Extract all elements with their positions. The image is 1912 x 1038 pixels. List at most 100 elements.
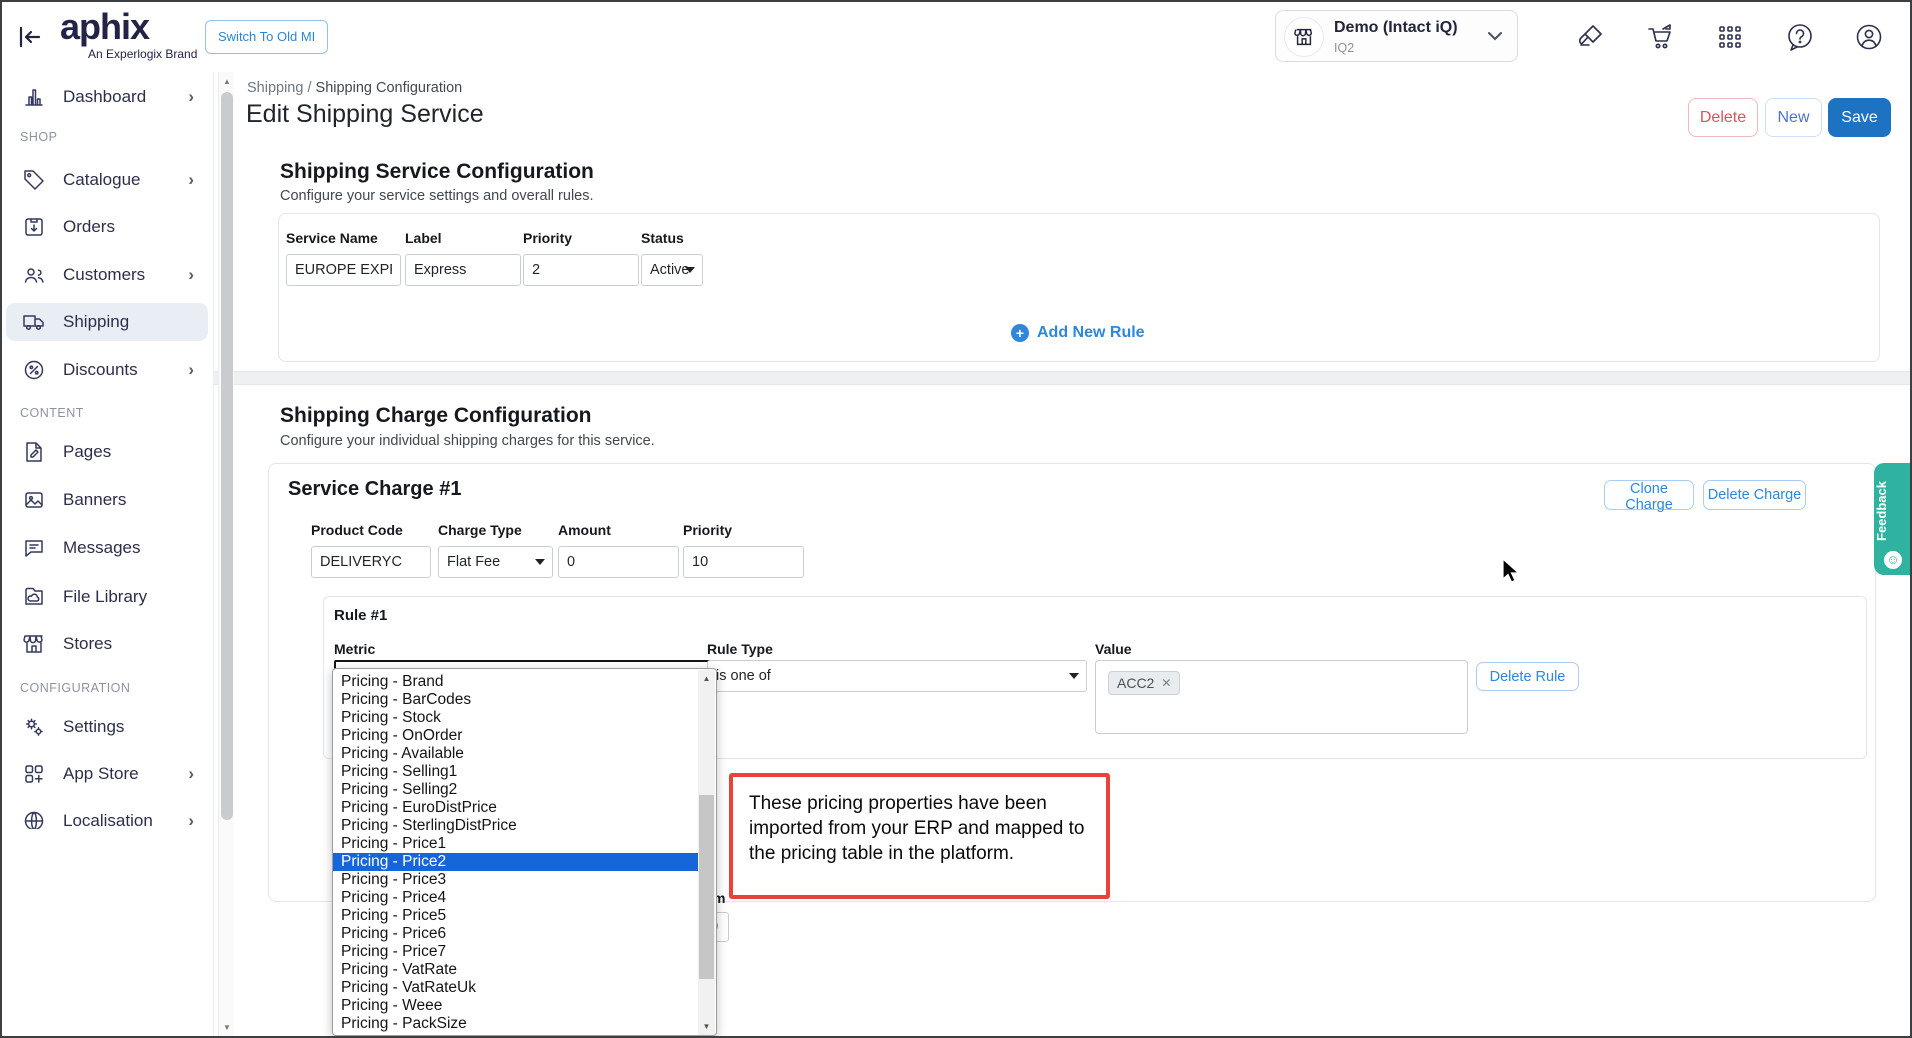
label-field: Label [405, 230, 521, 286]
new-button[interactable]: New [1765, 98, 1822, 137]
remove-tag-icon[interactable]: ✕ [1161, 676, 1171, 690]
sidebar-item-banners[interactable]: Banners [6, 481, 208, 519]
metric-dropdown-option[interactable]: Pricing - EuroDistPrice [333, 799, 699, 817]
metric-dropdown-option[interactable]: Pricing - Price4 [333, 889, 699, 907]
clone-charge-button[interactable]: Clone Charge [1604, 480, 1694, 510]
store-code: IQ2 [1334, 41, 1354, 55]
sidebar-item-orders[interactable]: Orders [6, 208, 208, 246]
stores-icon [22, 632, 46, 656]
metric-dropdown-option[interactable]: Pricing - Available [333, 745, 699, 763]
dropdown-scrollbar[interactable]: ▲ ▼ [698, 670, 715, 1035]
amount-input[interactable] [558, 546, 679, 578]
rule-type-label: Rule Type [707, 641, 773, 661]
metric-dropdown-option[interactable]: Pricing - Price3 [333, 871, 699, 889]
priority-label: Priority [523, 230, 639, 250]
chevron-down-icon [535, 559, 545, 565]
chevron-right-icon: › [188, 360, 194, 380]
metric-dropdown-option[interactable]: Pricing - Price7 [333, 943, 699, 961]
app-header: aphix An Experlogix Brand Switch To Old … [0, 0, 1912, 72]
breadcrumb-parent[interactable]: Shipping [247, 80, 303, 96]
metric-dropdown-option[interactable]: Pricing - SterlingDistPrice [333, 817, 699, 835]
switch-to-old-mi-button[interactable]: Switch To Old MI [205, 20, 328, 54]
sidebar-item-stores[interactable]: Stores [6, 625, 208, 663]
sidebar-item-customers[interactable]: Customers › [6, 256, 208, 294]
metric-dropdown-list[interactable]: Pricing - BrandPricing - BarCodesPricing… [332, 668, 717, 1036]
main-scrollbar[interactable]: ▲ ▼ [218, 72, 234, 1038]
scroll-up-arrow[interactable]: ▲ [219, 74, 235, 90]
sidebar-item-dashboard[interactable]: Dashboard › [6, 78, 208, 116]
plus-circle-icon: + [1011, 324, 1029, 342]
delete-button[interactable]: Delete [1688, 98, 1758, 137]
metric-dropdown-option[interactable]: Pricing - OnOrder [333, 727, 699, 745]
feedback-tab[interactable]: Feedback ☺ [1874, 463, 1912, 575]
service-name-input[interactable] [286, 254, 401, 286]
sidebar-item-file-library[interactable]: File Library [6, 578, 208, 616]
collapse-sidebar-icon[interactable] [16, 24, 44, 50]
metric-dropdown-option[interactable]: Pricing - VatRateUk [333, 979, 699, 997]
delete-rule-button[interactable]: Delete Rule [1476, 662, 1579, 691]
dropdown-scroll-down-arrow[interactable]: ▼ [698, 1018, 715, 1035]
charge-config-subheading: Configure your individual shipping charg… [280, 433, 655, 449]
metric-dropdown-option[interactable]: Pricing - Selling1 [333, 763, 699, 781]
service-charge-title: Service Charge #1 [288, 478, 461, 501]
discounts-icon [22, 358, 46, 382]
scroll-down-arrow[interactable]: ▼ [219, 1020, 235, 1036]
metric-dropdown-option[interactable]: Pricing - Weee [333, 997, 699, 1015]
breadcrumb-current: Shipping Configuration [316, 80, 463, 96]
store-selector[interactable]: Demo (Intact iQ) IQ2 [1275, 10, 1518, 62]
value-label: Value [1095, 641, 1132, 661]
delete-charge-button[interactable]: Delete Charge [1703, 480, 1806, 510]
account-icon[interactable] [1854, 22, 1884, 52]
dropdown-scrollbar-thumb[interactable] [699, 795, 714, 979]
mouse-cursor [1502, 558, 1524, 591]
sidebar-item-catalogue[interactable]: Catalogue › [6, 161, 208, 199]
charge-priority-input[interactable] [683, 546, 804, 578]
product-code-input[interactable] [311, 546, 431, 578]
sidebar-item-discounts[interactable]: Discounts › [6, 351, 208, 389]
metric-dropdown-option[interactable]: Pricing - Price2 [333, 853, 699, 871]
charge-priority-field: Priority [683, 522, 804, 578]
chevron-right-icon: › [188, 265, 194, 285]
sidebar-item-shipping[interactable]: Shipping [6, 303, 208, 341]
rule-type-select[interactable]: is one of [707, 660, 1087, 692]
priority-input[interactable] [523, 254, 639, 286]
metric-label: Metric [334, 641, 375, 661]
metric-dropdown-option[interactable]: Pricing - PackSize [333, 1015, 699, 1033]
annotation-callout: These pricing properties have been impor… [729, 773, 1110, 899]
metric-dropdown-option[interactable]: Pricing - Price6 [333, 925, 699, 943]
metric-dropdown-option[interactable]: Pricing - VatRate [333, 961, 699, 979]
value-tags-box[interactable]: ACC2 ✕ [1095, 660, 1468, 734]
metric-dropdown-option[interactable]: Pricing - Price1 [333, 835, 699, 853]
service-name-label: Service Name [286, 230, 401, 250]
store-name: Demo (Intact iQ) [1334, 19, 1458, 37]
apps-grid-icon[interactable] [1715, 22, 1745, 52]
metric-dropdown-option[interactable]: Pricing - Brand [333, 673, 699, 691]
metric-dropdown-option[interactable]: Pricing - Selling2 [333, 781, 699, 799]
theme-brush-icon[interactable] [1576, 22, 1606, 52]
sidebar-item-pages[interactable]: Pages [6, 433, 208, 471]
sidebar-nav-list: Dashboard › SHOP Catalogue › Orders Cust… [0, 72, 214, 829]
pages-icon [22, 440, 46, 464]
save-button[interactable]: Save [1828, 98, 1891, 137]
metric-dropdown-option[interactable]: Pricing - Stock [333, 709, 699, 727]
metric-dropdown-option[interactable]: Pricing - BarCodes [333, 691, 699, 709]
orders-icon [22, 215, 46, 239]
charge-type-label: Charge Type [438, 522, 553, 542]
sidebar-item-localisation[interactable]: Localisation › [6, 802, 208, 829]
metric-dropdown-option[interactable]: Pricing - Price5 [333, 907, 699, 925]
brand-logo[interactable]: aphix [60, 6, 149, 48]
scrollbar-thumb[interactable] [221, 92, 233, 820]
cart-icon[interactable] [1646, 22, 1676, 52]
status-select[interactable]: Active [641, 254, 703, 286]
sidebar-item-app-store[interactable]: App Store › [6, 755, 208, 793]
sidebar-item-settings[interactable]: Settings [6, 708, 208, 746]
help-icon[interactable] [1785, 22, 1815, 52]
dropdown-scroll-up-arrow[interactable]: ▲ [698, 670, 715, 687]
charge-config-heading: Shipping Charge Configuration [280, 404, 591, 428]
sidebar-item-messages[interactable]: Messages [6, 529, 208, 567]
label-input[interactable] [405, 254, 521, 286]
charge-type-select[interactable]: Flat Fee [438, 546, 553, 578]
chevron-right-icon: › [188, 87, 194, 107]
app-window: aphix An Experlogix Brand Switch To Old … [0, 0, 1912, 1038]
add-new-rule-link[interactable]: + Add New Rule [1011, 324, 1145, 342]
